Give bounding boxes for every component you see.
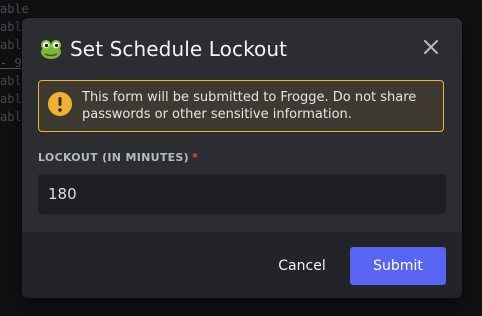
exclamation-icon	[47, 91, 73, 117]
field-label-text: LOCKOUT (IN MINUTES)	[38, 151, 189, 164]
modal-dialog: Set Schedule Lockout This form will be s…	[22, 18, 462, 298]
required-indicator: *	[192, 151, 199, 164]
warning-banner: This form will be submitted to Frogge. D…	[38, 80, 444, 132]
frog-icon	[38, 36, 64, 62]
warning-text: This form will be submitted to Frogge. D…	[82, 90, 417, 122]
submit-button[interactable]: Submit	[350, 247, 446, 285]
close-icon[interactable]	[423, 39, 439, 59]
field-label: LOCKOUT (IN MINUTES) *	[38, 151, 198, 164]
lockout-minutes-input[interactable]	[38, 174, 446, 214]
modal-header: Set Schedule Lockout	[38, 34, 287, 64]
modal-title: Set Schedule Lockout	[70, 37, 288, 61]
close-button[interactable]	[420, 38, 442, 60]
bg-line: able	[0, 2, 29, 16]
cancel-button[interactable]: Cancel	[267, 247, 337, 285]
